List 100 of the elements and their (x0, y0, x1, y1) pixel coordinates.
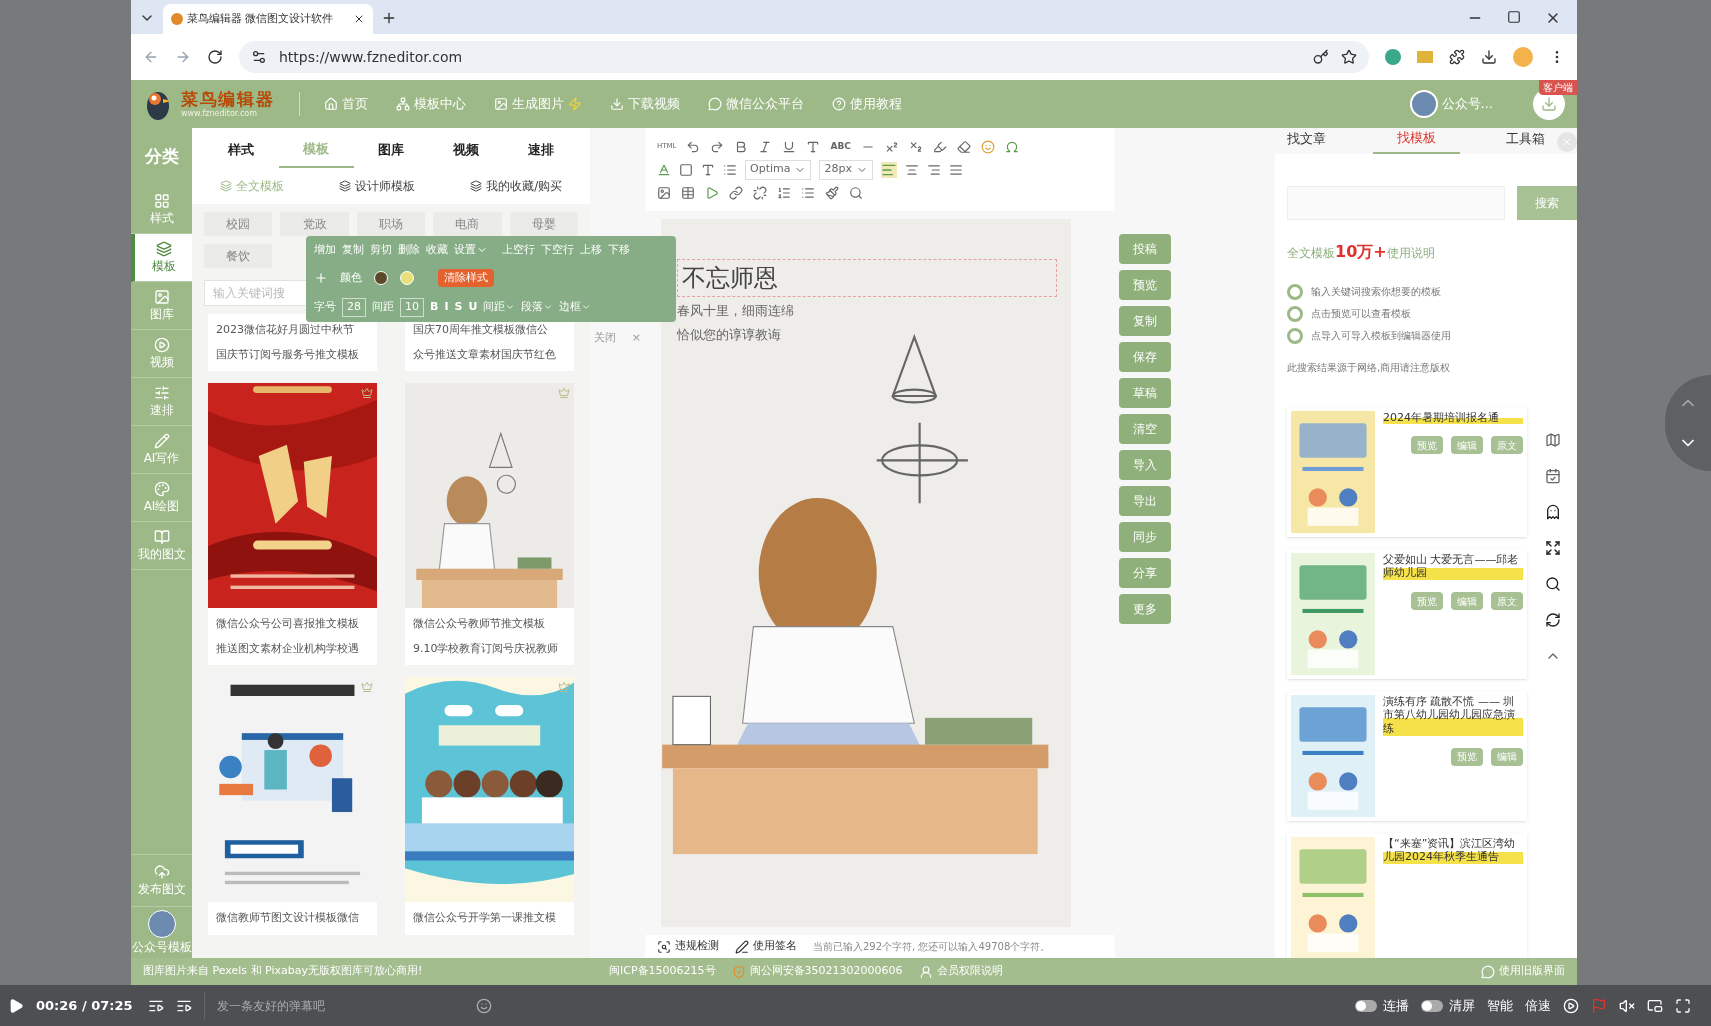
emoji-icon[interactable] (476, 997, 492, 1014)
reload-icon[interactable] (207, 49, 223, 65)
category-tag[interactable]: 校园 (204, 212, 273, 236)
popup-action[interactable]: 设置 (454, 241, 488, 258)
article-title[interactable]: 不忘师恩 (677, 259, 1057, 297)
download-icon[interactable] (1481, 49, 1497, 65)
font-size-icon[interactable] (701, 162, 715, 177)
result-card[interactable]: 父爱如山 大爱无言——邱老师幼儿园 预览 编辑 原文 (1287, 548, 1527, 679)
omega-icon[interactable] (1004, 139, 1019, 154)
map-icon[interactable] (1545, 432, 1561, 448)
eraser-icon[interactable] (956, 139, 971, 154)
font-select[interactable]: Optima (745, 159, 812, 180)
align-justify-icon[interactable] (948, 162, 963, 177)
action-button[interactable]: 复制 (1119, 306, 1171, 336)
fullscreen-icon[interactable] (1675, 997, 1691, 1014)
result-button[interactable]: 预览 (1411, 436, 1443, 455)
popup-action[interactable]: 剪切 (370, 241, 392, 258)
table-icon[interactable] (681, 185, 695, 200)
refresh-icon[interactable] (1545, 612, 1561, 628)
signature-link[interactable]: 使用签名 (735, 938, 797, 955)
toggle-switch[interactable] (1355, 999, 1377, 1012)
unlink-icon[interactable] (753, 185, 767, 200)
align-left-icon[interactable] (880, 161, 897, 178)
close-label[interactable]: 关闭 (594, 330, 616, 347)
result-button[interactable]: 编辑 (1451, 592, 1483, 610)
result-button[interactable]: 编辑 (1451, 436, 1483, 455)
panel-tab[interactable]: 样式 (204, 132, 279, 168)
popup-menu[interactable]: 边框 (559, 299, 592, 316)
action-button[interactable]: 导入 (1119, 450, 1171, 480)
close-icon[interactable] (353, 13, 365, 25)
panel-tab[interactable]: 图库 (353, 132, 429, 168)
undo-icon[interactable] (686, 139, 701, 154)
font-size-select[interactable]: 28px (819, 159, 873, 180)
style-toggle[interactable]: U (468, 299, 478, 316)
subtab[interactable]: 我的收藏/购买 (470, 177, 563, 195)
subscript-icon[interactable] (908, 139, 923, 154)
clear-style-button[interactable]: 清除样式 (438, 269, 494, 287)
nav-link[interactable]: 下载视频 (609, 94, 680, 114)
subtab[interactable]: 设计师模板 (338, 177, 415, 195)
player-menu[interactable]: 智能 (1487, 995, 1513, 1016)
template-card[interactable]: 微信公众号开学第一课推文模 (405, 677, 574, 935)
action-button[interactable]: 清空 (1119, 414, 1171, 444)
action-button[interactable]: 分享 (1119, 558, 1171, 588)
popup-action[interactable]: 增加 (314, 241, 336, 258)
extensions-icon[interactable] (1449, 49, 1465, 65)
mute-icon[interactable] (1619, 997, 1635, 1014)
highlighter-icon[interactable] (932, 139, 947, 154)
nav-link[interactable]: 微信公众平台 (707, 94, 804, 114)
playlist-icon[interactable] (1563, 997, 1579, 1014)
font-color-icon[interactable] (657, 162, 671, 177)
redo-icon[interactable] (710, 139, 725, 154)
category-tag[interactable]: 母婴 (509, 212, 578, 236)
style-toggle[interactable]: B (430, 299, 439, 316)
police-link[interactable]: 闽公网安备35021302000606 (731, 963, 903, 980)
nav-link[interactable]: 模板中心 (395, 94, 466, 114)
result-button[interactable]: 原文 (1491, 592, 1523, 610)
ordered-list-icon[interactable] (777, 185, 791, 200)
result-button[interactable]: 编辑 (1491, 747, 1523, 766)
sidebar-item[interactable]: 模板 (131, 234, 192, 282)
style-toggle[interactable]: S (454, 299, 463, 316)
result-button[interactable]: 原文 (1491, 436, 1523, 455)
action-button[interactable]: 草稿 (1119, 378, 1171, 408)
strikethrough-label[interactable]: ABC (830, 139, 851, 154)
panel-tab[interactable]: 视频 (428, 132, 504, 168)
search-icon[interactable] (1545, 576, 1561, 592)
underline-icon[interactable] (782, 139, 797, 154)
calendar-icon[interactable] (1545, 468, 1561, 484)
article-line[interactable]: 春风十里，细雨连绵 (677, 301, 1055, 321)
player-menu[interactable]: 倍速 (1525, 995, 1551, 1016)
color-swatch-icon[interactable] (374, 271, 388, 285)
background-color-icon[interactable] (679, 162, 693, 177)
line-height-icon[interactable] (723, 162, 737, 177)
template-card[interactable]: 微信公众号教师节推文模板 9.10学校教育订阅号庆祝教师 (405, 383, 574, 665)
superscript-icon[interactable] (884, 139, 899, 154)
template-card[interactable]: 2023微信花好月圆过中秋节 国庆节订阅号服务号推文模板 (208, 314, 377, 371)
pip-icon[interactable] (1647, 997, 1663, 1014)
action-button[interactable]: 更多 (1119, 594, 1171, 624)
bold-icon[interactable] (734, 139, 749, 154)
right-tab[interactable]: 工具箱 (1506, 129, 1545, 153)
close-icon[interactable]: × (631, 330, 641, 347)
size-field[interactable]: 28 (342, 298, 366, 317)
result-card[interactable]: 演练有序 疏散不慌 —— 圳市第八幼儿园幼儿园应急演练 预览 编辑 (1287, 690, 1527, 821)
right-tab[interactable]: 找模板 (1372, 128, 1460, 154)
danmaku-input[interactable]: 发一条友好的弹幕吧 (204, 991, 504, 1020)
text-icon[interactable] (806, 139, 821, 154)
action-button[interactable]: 预览 (1119, 270, 1171, 300)
action-button[interactable]: 同步 (1119, 522, 1171, 552)
panel-tab[interactable]: 速排 (503, 132, 578, 168)
play-icon[interactable] (8, 997, 24, 1014)
align-center-icon[interactable] (904, 162, 919, 177)
spacing-field[interactable]: 10 (400, 298, 424, 317)
popup-action[interactable]: 上空行 (502, 241, 535, 258)
result-card[interactable]: 【“来塞”资讯】滨江区湾幼儿园2024年秋季生通告 (1287, 832, 1527, 958)
popup-action[interactable]: 下移 (608, 241, 630, 258)
popup-action[interactable]: 复制 (342, 241, 364, 258)
category-tag[interactable]: 党政 (280, 212, 349, 236)
action-button[interactable]: 导出 (1119, 486, 1171, 516)
account-avatar[interactable] (1409, 90, 1438, 118)
popup-action[interactable]: 上移 (580, 241, 602, 258)
action-button[interactable]: 保存 (1119, 342, 1171, 372)
